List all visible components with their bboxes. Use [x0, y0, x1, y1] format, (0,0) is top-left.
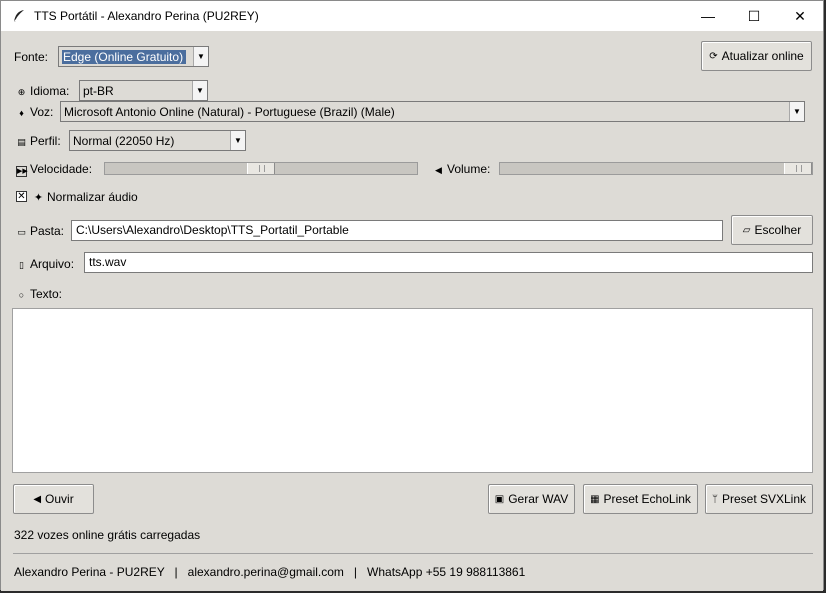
feather-icon [12, 9, 26, 23]
ouvir-button[interactable]: ◀ Ouvir [13, 484, 94, 514]
texto-label-group: ○ Texto: [16, 287, 62, 302]
folder-icon: ▭ [17, 227, 26, 237]
speaker-icon: ◀ [435, 165, 442, 175]
sparkle-icon: ✦ [33, 192, 44, 204]
voz-value: Microsoft Antonio Online (Natural) - Por… [64, 104, 395, 119]
footer-text: Alexandro Perina - PU2REY | alexandro.pe… [14, 565, 526, 579]
choose-folder-label: Escolher [754, 223, 802, 237]
pasta-label: Pasta: [30, 224, 65, 238]
voz-label: Voz: [30, 105, 54, 119]
chevron-down-icon[interactable]: ▼ [193, 47, 208, 66]
chevron-down-icon[interactable]: ▼ [192, 81, 207, 100]
texto-textarea[interactable] [12, 308, 813, 473]
minimize-button[interactable]: — [685, 1, 731, 31]
normalize-checkbox[interactable]: ✕ [16, 191, 27, 202]
preset-svxlink-label: Preset SVXLink [721, 492, 807, 506]
fonte-select[interactable]: Edge (Online Gratuito) ▼ [58, 46, 209, 67]
velocidade-label-group: ▶▶ Velocidade: [16, 162, 92, 177]
preset-echolink-button[interactable]: ▦ Preset EchoLink [583, 484, 698, 514]
velocidade-slider-handle[interactable] [247, 163, 275, 174]
idioma-label-group: ⊕ Idioma: [16, 84, 70, 99]
ouvir-label: Ouvir [45, 492, 74, 506]
normalize-label-group[interactable]: ✦ Normalizar áudio [33, 190, 138, 205]
texto-label: Texto: [30, 287, 63, 301]
fonte-value: Edge (Online Gratuito) [62, 49, 187, 64]
arquivo-input[interactable]: tts.wav [84, 252, 813, 273]
volume-slider-handle[interactable] [784, 163, 812, 174]
perfil-value: Normal (22050 Hz) [73, 133, 175, 148]
microphone-icon: ♦ [19, 108, 24, 118]
window-title: TTS Portátil - Alexandro Perina (PU2REY) [34, 9, 259, 23]
chevron-down-icon[interactable]: ▼ [230, 131, 245, 150]
footer-separator [13, 553, 813, 554]
sliders-icon: ▤ [17, 137, 26, 147]
volume-label-group: ◀ Volume: [433, 162, 490, 177]
refresh-online-button[interactable]: ⟳ Atualizar online [701, 41, 812, 71]
volume-slider[interactable] [499, 162, 813, 175]
minimize-icon: — [701, 8, 715, 24]
refresh-icon: ⟳ [709, 50, 718, 62]
checkmark-icon: ✕ [17, 191, 26, 202]
gerar-wav-button[interactable]: ▣ Gerar WAV [488, 484, 575, 514]
normalize-label: Normalizar áudio [47, 190, 138, 204]
maximize-icon: ☐ [747, 7, 761, 24]
idioma-select[interactable]: pt-BR ▼ [79, 80, 208, 101]
idioma-label: Idioma: [30, 84, 70, 98]
chevron-down-icon[interactable]: ▼ [789, 102, 804, 121]
globe-icon: ⊕ [17, 87, 26, 97]
perfil-label-group: ▤ Perfil: [16, 134, 61, 149]
speaker-icon: ◀ [33, 493, 42, 505]
perfil-label: Perfil: [30, 134, 61, 148]
velocidade-label: Velocidade: [30, 162, 93, 176]
refresh-online-label: Atualizar online [721, 49, 804, 63]
maximize-button[interactable]: ☐ [731, 1, 777, 31]
open-folder-icon: ▱ [742, 224, 751, 236]
preset-echolink-label: Preset EchoLink [603, 492, 691, 506]
velocidade-slider[interactable] [104, 162, 418, 175]
pasta-label-group: ▭ Pasta: [16, 224, 64, 239]
volume-label: Volume: [447, 162, 491, 176]
perfil-select[interactable]: Normal (22050 Hz) ▼ [69, 130, 246, 151]
file-icon: ▯ [19, 260, 24, 270]
antenna-icon: ᛘ [711, 493, 718, 505]
title-bar[interactable]: TTS Portátil - Alexandro Perina (PU2REY)… [1, 1, 823, 31]
voz-label-group: ♦ Voz: [16, 105, 53, 120]
fonte-label: Fonte: [14, 50, 49, 64]
close-icon: ✕ [794, 7, 806, 24]
pasta-input[interactable]: C:\Users\Alexandro\Desktop\TTS_Portatil_… [71, 220, 723, 241]
main-panel: Fonte: Edge (Online Gratuito) ▼ ⟳ Atuali… [1, 31, 823, 591]
idioma-value: pt-BR [83, 83, 114, 98]
status-text: 322 vozes online grátis carregadas [14, 528, 201, 542]
arquivo-label: Arquivo: [30, 257, 75, 271]
arquivo-label-group: ▯ Arquivo: [16, 257, 74, 272]
speech-bubble-icon: ○ [18, 290, 25, 300]
gerar-wav-label: Gerar WAV [508, 492, 569, 506]
app-window: TTS Portátil - Alexandro Perina (PU2REY)… [0, 0, 824, 591]
save-icon: ▣ [494, 493, 505, 505]
fast-forward-icon: ▶▶ [16, 166, 28, 177]
close-button[interactable]: ✕ [777, 1, 823, 31]
choose-folder-button[interactable]: ▱ Escolher [731, 215, 813, 245]
preset-svxlink-button[interactable]: ᛘ Preset SVXLink [705, 484, 813, 514]
radio-icon: ▦ [590, 493, 600, 505]
voz-select[interactable]: Microsoft Antonio Online (Natural) - Por… [60, 101, 805, 122]
